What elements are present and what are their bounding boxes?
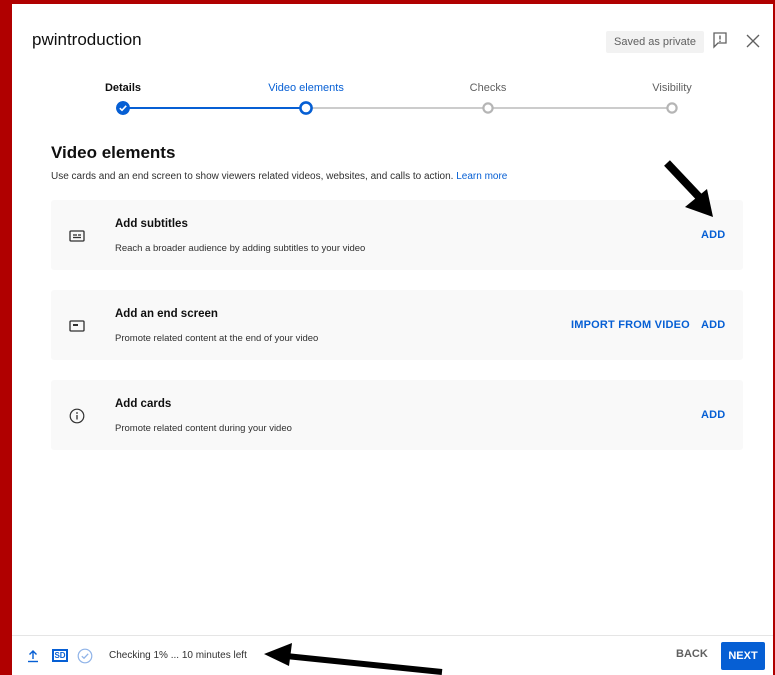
saved-status-badge: Saved as private	[606, 31, 704, 53]
card-title: Add cards	[115, 398, 172, 410]
step-video-elements[interactable]: Video elements	[268, 82, 344, 94]
add-subtitles-button[interactable]: ADD	[701, 229, 725, 241]
cards-card: Add cards Promote related content during…	[51, 380, 743, 450]
back-button[interactable]: BACK	[676, 648, 708, 660]
sd-quality-icon[interactable]: SD	[52, 649, 68, 662]
import-from-video-button[interactable]: IMPORT FROM VIDEO	[571, 319, 690, 331]
card-title: Add an end screen	[115, 308, 218, 320]
subtitles-icon	[69, 230, 85, 242]
card-description: Promote related content during your vide…	[115, 423, 292, 434]
add-end-screen-button[interactable]: ADD	[701, 319, 725, 331]
dialog-header: pwintroduction Saved as private	[12, 4, 773, 76]
upload-dialog: pwintroduction Saved as private Details …	[0, 0, 775, 675]
pending-step-icon	[482, 102, 494, 114]
step-details[interactable]: Details	[105, 82, 141, 94]
description-text: Use cards and an end screen to show view…	[51, 171, 454, 182]
subtitles-card: Add subtitles Reach a broader audience b…	[51, 200, 743, 270]
close-icon[interactable]	[745, 33, 761, 49]
learn-more-link[interactable]: Learn more	[456, 171, 507, 182]
step-connector-done	[123, 107, 306, 109]
info-icon	[69, 408, 85, 424]
video-title: pwintroduction	[32, 30, 142, 49]
check-icon	[116, 101, 130, 115]
next-button[interactable]: NEXT	[721, 642, 765, 670]
card-description: Reach a broader audience by adding subti…	[115, 243, 366, 254]
card-description: Promote related content at the end of yo…	[115, 333, 319, 344]
upload-status: Checking 1% ... 10 minutes left	[109, 650, 247, 661]
card-title: Add subtitles	[115, 218, 188, 230]
end-screen-icon	[69, 320, 85, 332]
feedback-icon[interactable]	[712, 31, 728, 49]
step-visibility[interactable]: Visibility	[652, 82, 692, 94]
step-checks[interactable]: Checks	[470, 82, 507, 94]
section-description: Use cards and an end screen to show view…	[51, 171, 507, 182]
current-step-icon	[299, 101, 313, 115]
check-circle-icon[interactable]	[77, 648, 93, 664]
pending-step-icon	[666, 102, 678, 114]
add-cards-button[interactable]: ADD	[701, 409, 725, 421]
section-title: Video elements	[51, 143, 176, 162]
progress-stepper: Details Video elements Checks Visibility	[12, 80, 773, 120]
end-screen-card: Add an end screen Promote related conten…	[51, 290, 743, 360]
dialog-footer: SD Checking 1% ... 10 minutes left BACK …	[12, 635, 773, 675]
upload-icon[interactable]	[26, 649, 40, 663]
